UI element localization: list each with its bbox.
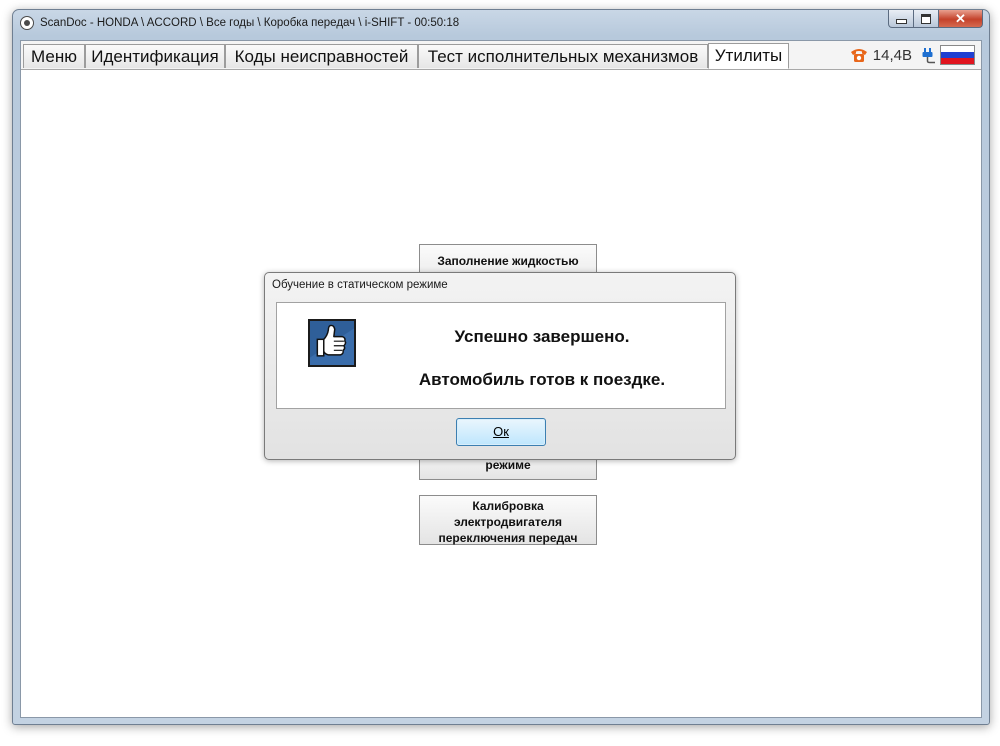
window-title: ScanDoc - HONDA \ ACCORD \ Все годы \ Ко… — [40, 17, 460, 29]
dialog-message-panel: Успешно завершено. Автомобиль готов к по… — [276, 302, 726, 409]
tab-actuator-test[interactable]: Тест исполнительных механизмов — [418, 44, 708, 68]
calibration-label-line3: переключения передач — [438, 531, 578, 545]
minimize-icon — [895, 19, 907, 24]
phone-icon — [850, 49, 867, 62]
title-bar[interactable]: ScanDoc - HONDA \ ACCORD \ Все годы \ Ко… — [13, 10, 989, 38]
app-icon — [20, 16, 34, 30]
calibration-label-line2: электродвигателя — [453, 515, 563, 529]
result-dialog: Обучение в статическом режиме Успешно за… — [264, 272, 736, 460]
thumbs-up-icon — [308, 319, 356, 367]
success-message: Успешно завершено. — [454, 327, 630, 346]
tab-fault-codes[interactable]: Коды неисправностей — [225, 44, 418, 68]
tab-menu[interactable]: Меню — [23, 44, 85, 68]
caption-buttons: ✕ — [888, 10, 983, 29]
ready-message: Автомобиль готов к поездке. — [418, 370, 666, 389]
close-icon: ✕ — [955, 10, 966, 26]
tab-bar: Меню Идентификация Коды неисправностей Т… — [21, 41, 981, 70]
flag-russia-icon — [940, 45, 975, 65]
close-button[interactable]: ✕ — [939, 10, 983, 28]
voltage-readout: 14,4В — [872, 46, 912, 64]
plug-icon — [922, 48, 935, 64]
tab-utilities[interactable]: Утилиты — [708, 43, 789, 69]
motor-calibration-button[interactable]: Калибровка электродвигателя переключения… — [419, 495, 597, 545]
tab-identification[interactable]: Идентификация — [85, 44, 225, 68]
calibration-label-line1: Калибровка — [472, 499, 544, 513]
ok-button[interactable]: Ок — [456, 418, 546, 446]
flag-stripe-red — [941, 58, 974, 64]
maximize-icon — [921, 13, 931, 24]
minimize-button[interactable] — [888, 10, 914, 28]
status-area: 14,4В — [850, 44, 975, 66]
maximize-button[interactable] — [914, 10, 939, 28]
dialog-title: Обучение в статическом режиме — [272, 279, 448, 291]
fluid-fill-label: Заполнение жидкостью — [437, 254, 579, 268]
